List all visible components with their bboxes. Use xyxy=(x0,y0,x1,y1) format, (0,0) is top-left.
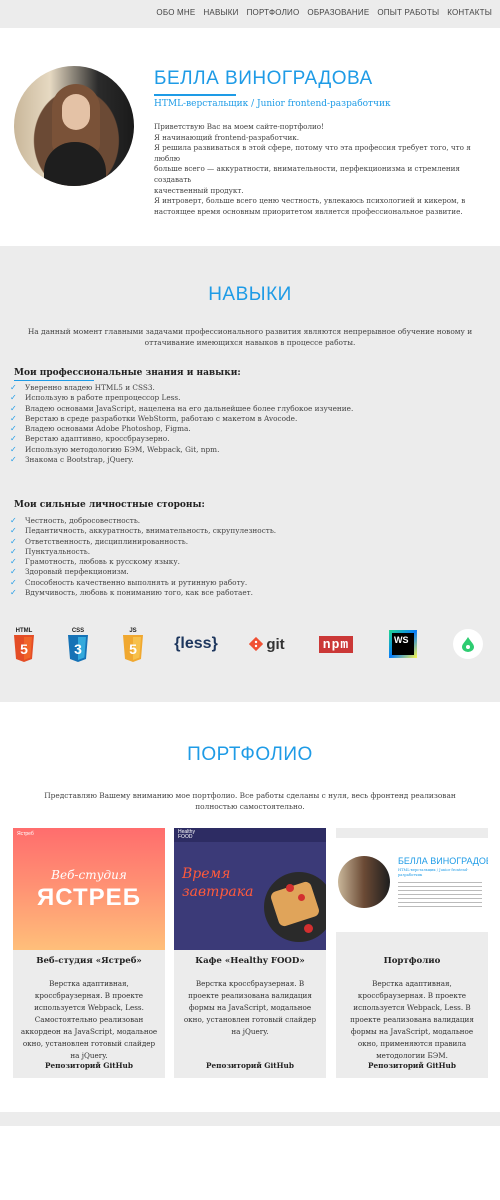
js-icon: JS 5 xyxy=(121,624,145,664)
check-icon: ✓ xyxy=(10,567,17,577)
check-icon: ✓ xyxy=(10,444,17,454)
list-item: ✓ Владею основами Adobe Photoshop, Figma. xyxy=(10,424,191,434)
svg-text:HTML: HTML xyxy=(16,628,33,634)
check-icon: ✓ xyxy=(10,455,17,465)
bio-line: Я интроверт, больше всего ценю честность… xyxy=(154,196,466,206)
nav-item-contacts[interactable]: КОНТАКТЫ xyxy=(447,8,492,17)
top-nav: ОБО МНЕ НАВЫКИ ПОРТФОЛИО ОБРАЗОВАНИЕ ОПЫ… xyxy=(0,0,500,28)
project-title: Портфолио xyxy=(383,956,441,966)
portfolio-card[interactable]: БЕЛЛА ВИНОГРАДОВА HTML-верстальщик / Jun… xyxy=(336,828,488,1078)
personal-heading: Мои сильные личностные стороны: xyxy=(14,500,205,510)
check-icon: ✓ xyxy=(10,393,17,403)
list-item: ✓ Честность, добросовестность. xyxy=(10,516,141,525)
list-item: ✓ Педантичность, аккуратность, внимательн… xyxy=(10,526,277,536)
github-link[interactable]: Репозиторий GitHub xyxy=(13,1061,165,1070)
list-item: ✓ Владею основами JavaScript, нацелена на… xyxy=(10,403,354,413)
svg-text:CSS: CSS xyxy=(72,628,84,634)
project-title: Веб-студия «Ястреб» xyxy=(36,956,142,966)
portfolio-card[interactable]: Ястреб Веб-студия ЯСТРЕБ Веб-студия «Яст… xyxy=(13,828,165,1078)
github-link[interactable]: Репозиторий GitHub xyxy=(336,1061,488,1070)
bio-line: качественный продукт. xyxy=(154,185,244,195)
skills-section: НАВЫКИ На данный момент главными задачам… xyxy=(0,246,500,702)
nav-item-about[interactable]: ОБО МНЕ xyxy=(156,8,195,17)
check-icon: ✓ xyxy=(10,424,17,434)
skills-title: НАВЫКИ xyxy=(208,284,292,305)
bio-text: Приветствую Вас на моем сайте-портфолио!… xyxy=(154,122,484,217)
nav-item-education[interactable]: ОБРАЗОВАНИЕ xyxy=(307,8,369,17)
avocode-icon xyxy=(452,624,484,664)
page-title: БЕЛЛА ВИНОГРАДОВА xyxy=(154,68,373,89)
professional-heading: Мои профессиональные знания и навыки: xyxy=(14,368,241,378)
project-description: Верстка кроссбраузерная. В проекте реали… xyxy=(183,979,317,1036)
avatar xyxy=(14,66,134,186)
list-item: ✓ Ответственность, дисциплинированность. xyxy=(10,536,189,546)
list-item: ✓ Здоровый перфекционизм. xyxy=(10,567,129,577)
project-description: Верстка адаптивная, кроссбраузерная. В п… xyxy=(20,979,158,1060)
npm-icon: npm xyxy=(314,624,358,664)
git-icon: git xyxy=(244,624,290,664)
list-item: ✓ Верстаю в среде разработки WebStorm, ра… xyxy=(10,413,298,423)
project-description: Верстка адаптивная, кроссбраузерная. В п… xyxy=(350,979,474,1060)
nav-item-portfolio[interactable]: ПОРТФОЛИО xyxy=(247,8,300,17)
check-icon: ✓ xyxy=(10,516,17,525)
svg-text:JS: JS xyxy=(129,628,136,634)
list-item: ✓ Использую методологию БЭМ, Webpack, Git… xyxy=(10,444,220,454)
nav-menu: ОБО МНЕ НАВЫКИ ПОРТФОЛИО ОБРАЗОВАНИЕ ОПЫ… xyxy=(156,8,492,17)
check-icon: ✓ xyxy=(10,526,17,536)
css3-icon: CSS 3 xyxy=(66,624,90,664)
less-icon: {less} xyxy=(174,635,218,652)
portfolio-title: ПОРТФОЛИО xyxy=(187,744,313,765)
check-icon: ✓ xyxy=(10,536,17,546)
portfolio-section: ПОРТФОЛИО Представляю Вашему вниманию мо… xyxy=(0,702,500,1112)
project-preview-image: Ястреб Веб-студия ЯСТРЕБ xyxy=(13,828,165,950)
svg-text:5: 5 xyxy=(20,641,28,657)
check-icon: ✓ xyxy=(10,557,17,567)
bio-line: больше всего — аккуратности, внимательно… xyxy=(154,164,460,184)
webstorm-icon: WS xyxy=(388,624,418,664)
bio-line: Я начинающий frontend-разработчик. xyxy=(154,132,300,142)
tech-icons-row: HTML 5 CSS 3 JS 5 {less} git npm WS xyxy=(0,624,500,668)
svg-text:3: 3 xyxy=(74,641,82,657)
bio-line: настоящее время основным приоритетом явл… xyxy=(154,206,463,216)
professional-list: ✓ Уверенно владею HTML5 и CSS3. ✓ Использу… xyxy=(10,383,353,465)
list-item: ✓ Пунктуальность. xyxy=(10,546,91,556)
list-item: ✓ Верстаю адаптивно, кроссбраузерно. xyxy=(10,434,170,444)
html5-icon: HTML 5 xyxy=(12,624,36,664)
list-item: ✓ Уверенно владею HTML5 и CSS3. xyxy=(10,383,155,392)
check-icon: ✓ xyxy=(10,413,17,423)
check-icon: ✓ xyxy=(10,588,17,598)
title-underline xyxy=(154,94,236,96)
skills-intro: На данный момент главными задачами профе… xyxy=(27,327,473,347)
job-subtitle: HTML-верстальщик / Junior frontend-разра… xyxy=(154,99,391,109)
portfolio-card[interactable]: Healthy FOOD Время завтрака Кафе «Health… xyxy=(174,828,326,1078)
svg-text:5: 5 xyxy=(129,641,137,657)
nav-item-experience[interactable]: ОПЫТ РАБОТЫ xyxy=(377,8,439,17)
list-item: ✓ Знакома с Bootstrap, jQuery. xyxy=(10,455,134,465)
project-title: Кафе «Healthy FOOD» xyxy=(195,956,305,966)
nav-item-skills[interactable]: НАВЫКИ xyxy=(203,8,238,17)
personal-list: ✓ Честность, добросовестность. ✓ Педантичн… xyxy=(10,516,276,598)
next-section-start xyxy=(0,1112,500,1126)
github-link[interactable]: Репозиторий GitHub xyxy=(174,1061,326,1070)
project-preview-image: Healthy FOOD Время завтрака xyxy=(174,828,326,950)
list-item: ✓ Способность качественно выполнять и рут… xyxy=(10,577,248,587)
portfolio-intro: Представляю Вашему вниманию мое портфоли… xyxy=(44,791,456,811)
check-icon: ✓ xyxy=(10,546,17,556)
check-icon: ✓ xyxy=(10,383,17,392)
bio-line: Я решила развиваться в этой сфере, потом… xyxy=(154,143,471,163)
about-section: БЕЛЛА ВИНОГРАДОВА HTML-верстальщик / Jun… xyxy=(0,28,500,246)
bio-line: Приветствую Вас на моем сайте-портфолио! xyxy=(154,122,325,131)
list-item: ✓ Грамотность, любовь к русскому языку. xyxy=(10,557,180,567)
list-item: ✓ Использую в работе препроцессор Less. xyxy=(10,393,181,403)
check-icon: ✓ xyxy=(10,403,17,413)
check-icon: ✓ xyxy=(10,577,17,587)
heading-underline xyxy=(14,380,94,381)
project-preview-image: БЕЛЛА ВИНОГРАДОВА HTML-верстальщик / Jun… xyxy=(336,828,488,950)
check-icon: ✓ xyxy=(10,434,17,444)
list-item: ✓ Вдумчивость, любовь к пониманию того, к… xyxy=(10,588,253,598)
